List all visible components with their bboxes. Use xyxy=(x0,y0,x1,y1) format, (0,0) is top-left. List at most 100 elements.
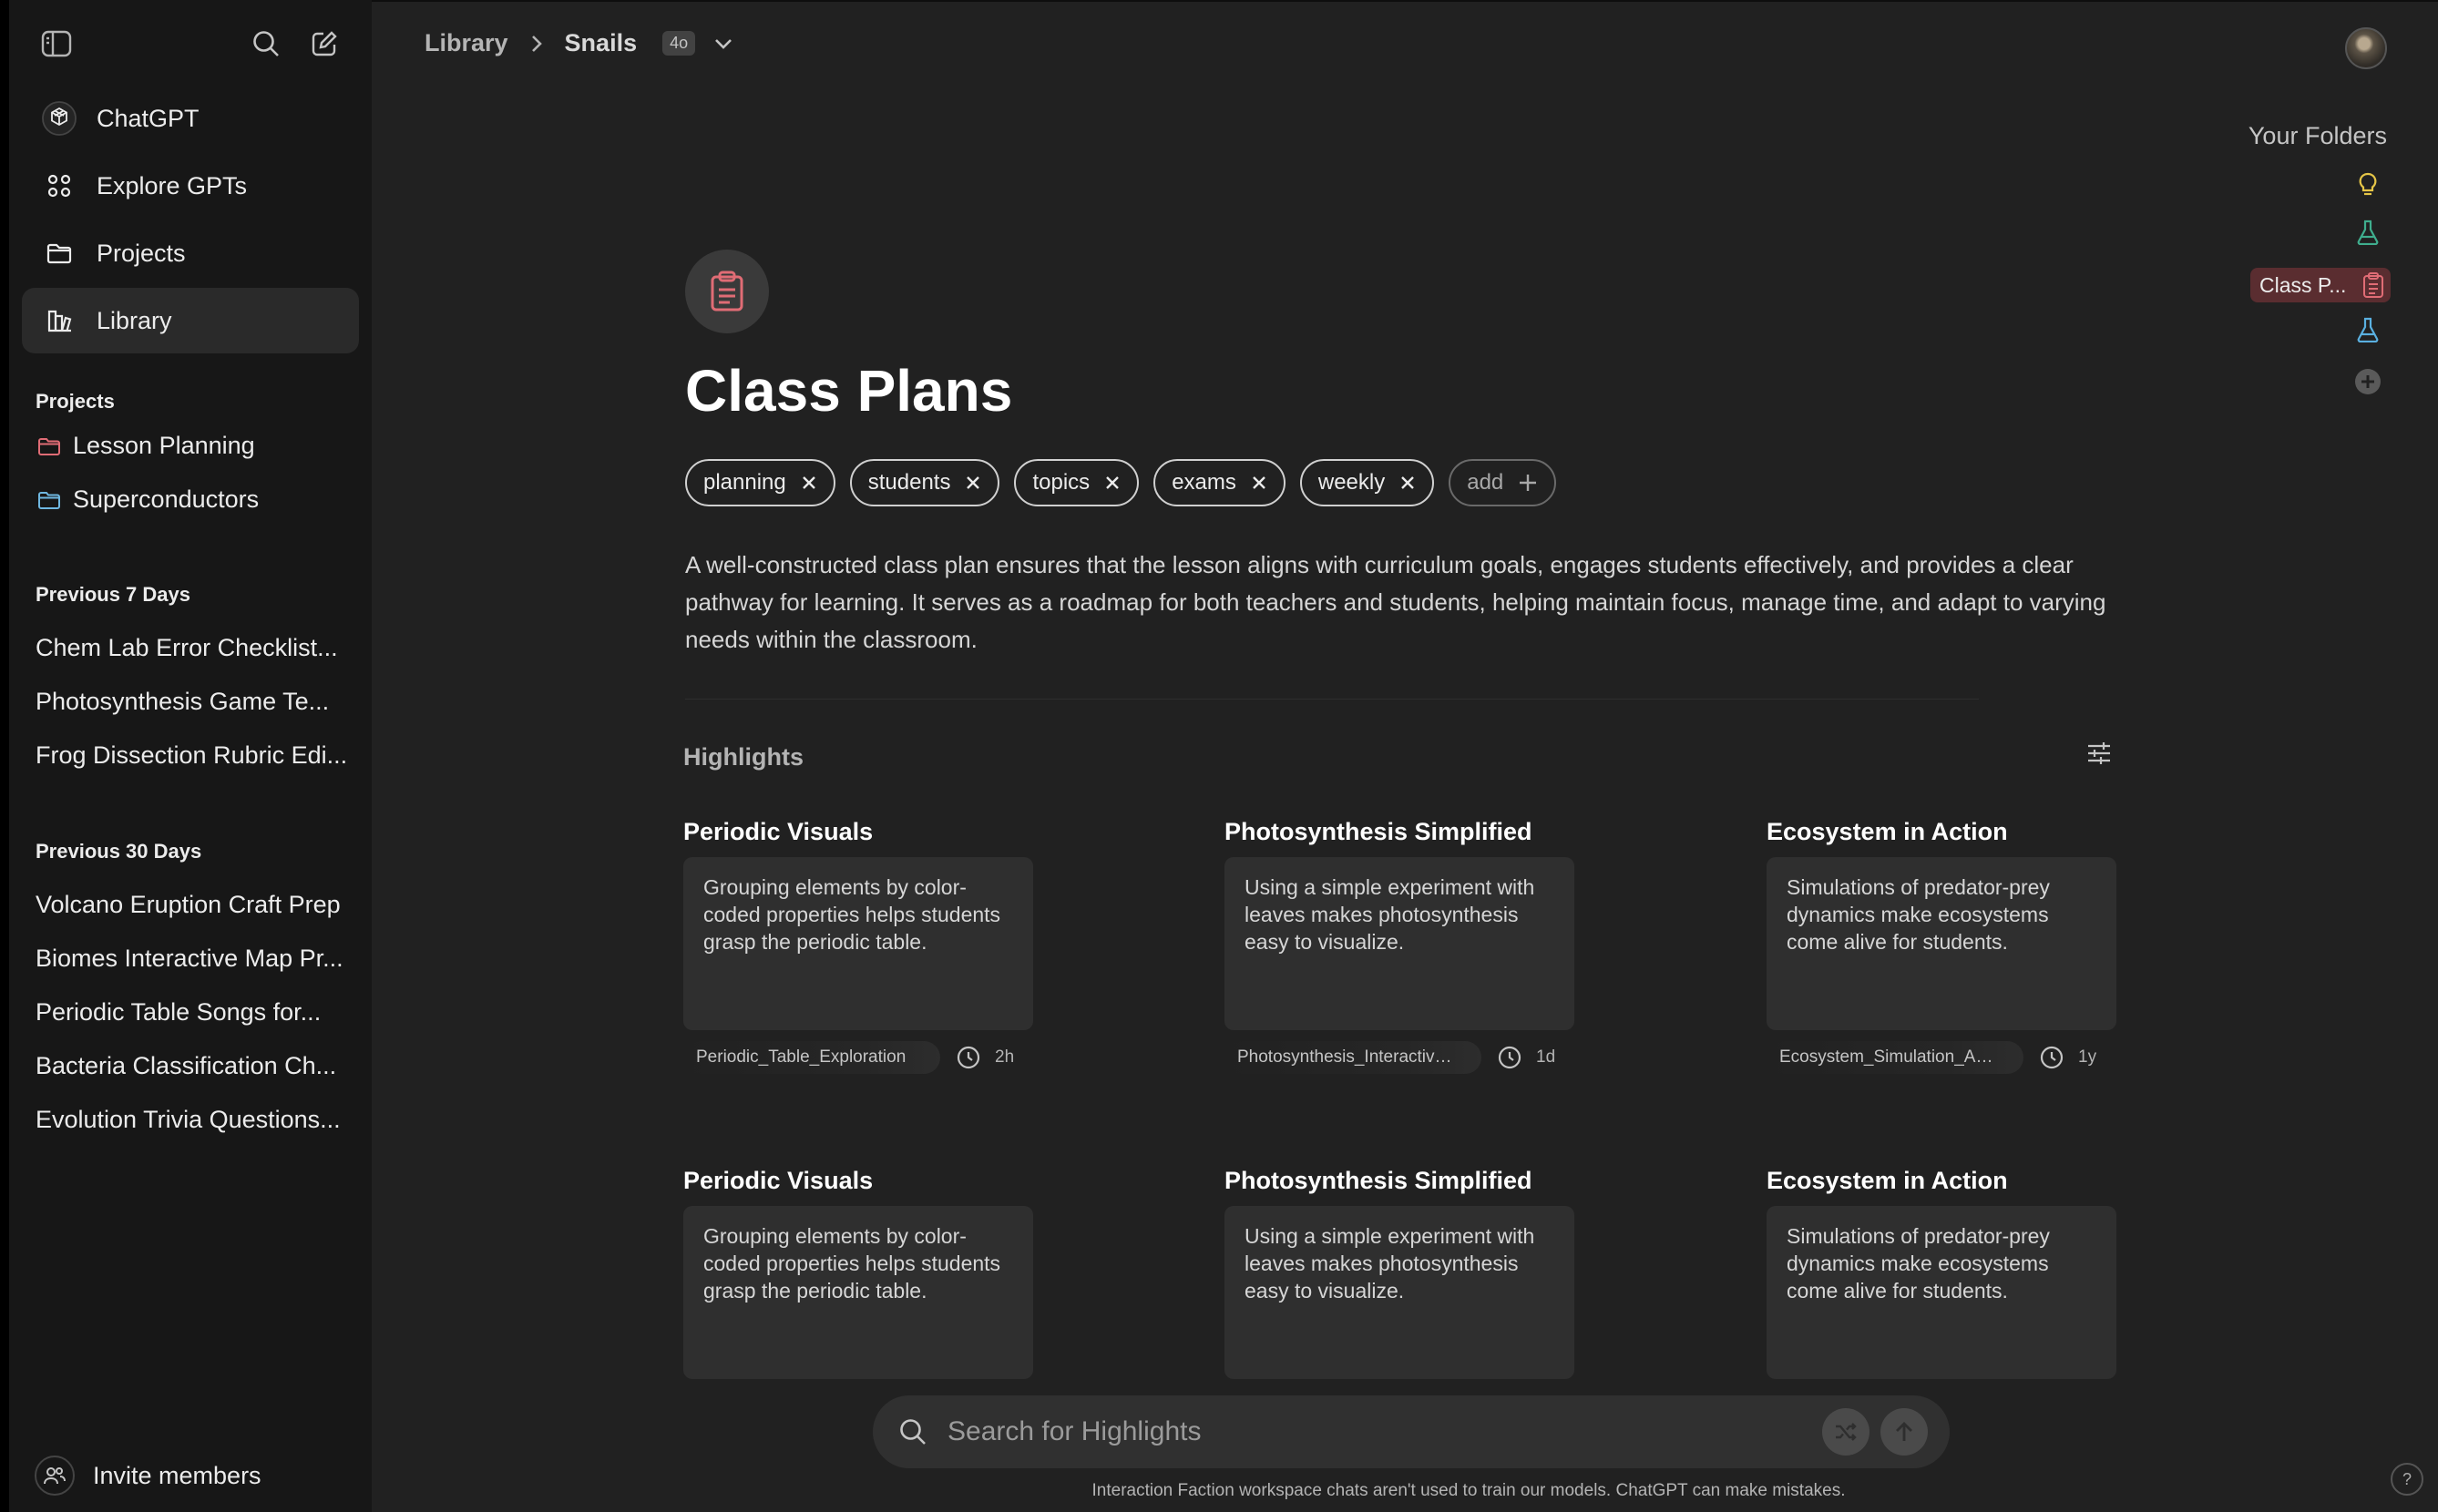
lightbulb-icon[interactable] xyxy=(2352,169,2383,200)
search-icon[interactable] xyxy=(248,26,284,62)
time-label: 1d xyxy=(1536,1047,1556,1067)
previous-30-days-title: Previous 30 Days xyxy=(36,840,202,863)
sidebar: ChatGPT Explore GPTs Projects Library Pr… xyxy=(9,0,372,1512)
divider xyxy=(685,699,1979,700)
history-item[interactable]: Photosynthesis Game Te... xyxy=(36,688,359,716)
tag-chip[interactable]: weekly xyxy=(1299,459,1435,506)
history-item[interactable]: Frog Dissection Rubric Edi... xyxy=(36,741,359,770)
invite-label: Invite members xyxy=(93,1461,261,1489)
nav-explore-gpts[interactable]: Explore GPTs xyxy=(22,153,359,219)
card-meta: Periodic_Table_Exploration 2h xyxy=(683,1041,1048,1074)
highlights-search-bar[interactable]: Search for Highlights xyxy=(873,1395,1950,1468)
card-meta: Photosynthesis_Interactive_Lesson 1d xyxy=(1224,1041,1589,1074)
nav-chatgpt[interactable]: ChatGPT xyxy=(22,86,359,151)
history-item[interactable]: Evolution Trivia Questions... xyxy=(36,1106,359,1134)
help-button[interactable]: ? xyxy=(2391,1463,2423,1496)
model-badge: 4o xyxy=(662,31,696,56)
tag-label: planning xyxy=(703,470,786,495)
page-title: Class Plans xyxy=(685,358,1013,424)
history-item[interactable]: Bacteria Classification Ch... xyxy=(36,1052,359,1080)
close-icon[interactable] xyxy=(801,475,817,491)
project-icon xyxy=(685,250,769,333)
projects-section-title: Projects xyxy=(36,390,115,413)
history-item[interactable]: Chem Lab Error Checklist... xyxy=(36,634,359,662)
tag-chip[interactable]: exams xyxy=(1153,459,1286,506)
time-label: 2h xyxy=(995,1047,1015,1067)
card-title: Photosynthesis Simplified xyxy=(1224,1167,1532,1194)
file-name: Photosynthesis_Interactive_Lesson xyxy=(1237,1047,1456,1067)
sidebar-project-superconductors[interactable]: Superconductors xyxy=(38,485,259,514)
add-folder-icon[interactable] xyxy=(2352,366,2383,397)
tag-label: students xyxy=(867,470,951,495)
card-body: Simulations of predator-prey dynamics ma… xyxy=(1767,857,2116,1030)
sidebar-project-lesson-planning[interactable]: Lesson Planning xyxy=(38,432,255,460)
flask-icon[interactable] xyxy=(2352,314,2383,345)
breadcrumb-current[interactable]: Snails xyxy=(565,29,638,57)
new-chat-icon[interactable] xyxy=(306,26,343,62)
folder-class-plans[interactable]: Class P... xyxy=(2250,268,2391,302)
shuffle-button[interactable] xyxy=(1822,1408,1869,1456)
card-time: 2h xyxy=(957,1046,1014,1069)
shuffle-icon xyxy=(1836,1423,1857,1441)
library-icon xyxy=(42,303,77,338)
invite-members-button[interactable]: Invite members xyxy=(35,1456,261,1496)
tag-chip[interactable]: topics xyxy=(1014,459,1140,506)
close-icon[interactable] xyxy=(1104,475,1121,491)
highlights-title: Highlights xyxy=(683,743,804,771)
file-chip[interactable]: Ecosystem_Simulation_Activity xyxy=(1767,1041,2023,1074)
disclaimer-text: Interaction Faction workspace chats aren… xyxy=(1091,1481,1846,1500)
card-body: Grouping elements by color-coded propert… xyxy=(683,857,1033,1030)
history-item[interactable]: Biomes Interactive Map Pr... xyxy=(36,945,359,973)
main-panel: Library Snails 4o Your Folders Class P..… xyxy=(372,0,2438,1512)
breadcrumb-library[interactable]: Library xyxy=(425,29,508,57)
chevron-down-icon[interactable] xyxy=(713,37,733,50)
breadcrumb: Library Snails 4o xyxy=(425,29,733,57)
filter-sliders-icon[interactable] xyxy=(2086,741,2112,770)
close-icon[interactable] xyxy=(1399,475,1416,491)
clipboard-icon xyxy=(711,271,743,312)
file-chip[interactable]: Periodic_Table_Exploration xyxy=(683,1041,940,1074)
tag-chip[interactable]: planning xyxy=(685,459,835,506)
send-button[interactable] xyxy=(1880,1408,1928,1456)
time-label: 1y xyxy=(2078,1047,2097,1067)
add-tag-button[interactable]: add xyxy=(1449,459,1557,506)
card-title: Ecosystem in Action xyxy=(1767,818,2008,845)
card-meta: Ecosystem_Simulation_Activity 1y xyxy=(1767,1041,2131,1074)
close-icon[interactable] xyxy=(965,475,981,491)
highlight-card[interactable]: Periodic Visuals Grouping elements by co… xyxy=(683,818,1048,1074)
toggle-sidebar-icon[interactable] xyxy=(38,26,75,62)
highlight-card[interactable]: Ecosystem in Action Simulations of preda… xyxy=(1767,818,2131,1074)
file-name: Periodic_Table_Exploration xyxy=(696,1047,907,1067)
folder-label: Class P... xyxy=(2259,272,2347,297)
user-avatar[interactable] xyxy=(2345,27,2387,69)
card-title: Photosynthesis Simplified xyxy=(1224,818,1532,845)
history-item[interactable]: Volcano Eruption Craft Prep xyxy=(36,891,359,919)
project-description: A well-constructed class plan ensures th… xyxy=(685,551,2106,653)
card-body: Simulations of predator-prey dynamics ma… xyxy=(1767,1206,2116,1379)
history-item[interactable]: Periodic Table Songs for... xyxy=(36,998,359,1027)
nav-projects[interactable]: Projects xyxy=(22,220,359,286)
file-chip[interactable]: Photosynthesis_Interactive_Lesson xyxy=(1224,1041,1481,1074)
flask-icon[interactable] xyxy=(2352,217,2383,248)
highlight-card[interactable]: Periodic Visuals Grouping elements by co… xyxy=(683,1167,1048,1379)
clipboard-icon xyxy=(2363,272,2383,298)
file-name: Ecosystem_Simulation_Activity xyxy=(1779,1047,1998,1067)
card-body: Using a simple experiment with leaves ma… xyxy=(1224,1206,1574,1379)
plus-icon xyxy=(1518,473,1538,493)
highlight-card[interactable]: Photosynthesis Simplified Using a simple… xyxy=(1224,818,1589,1074)
tag-chip[interactable]: students xyxy=(849,459,1000,506)
nav-label: ChatGPT xyxy=(97,104,200,132)
sidebar-toolbar xyxy=(9,26,372,62)
tag-list: planning students topics exams weekly ad… xyxy=(685,459,1571,506)
openai-logo-icon xyxy=(42,101,77,136)
close-icon[interactable] xyxy=(1251,475,1267,491)
project-label: Lesson Planning xyxy=(73,432,255,459)
highlight-card[interactable]: Ecosystem in Action Simulations of preda… xyxy=(1767,1167,2131,1379)
people-icon xyxy=(35,1456,75,1496)
tag-label: weekly xyxy=(1317,470,1386,495)
search-input[interactable]: Search for Highlights xyxy=(948,1416,1201,1447)
search-icon xyxy=(900,1419,926,1445)
nav-label: Explore GPTs xyxy=(97,171,248,199)
nav-library[interactable]: Library xyxy=(22,288,359,353)
highlight-card[interactable]: Photosynthesis Simplified Using a simple… xyxy=(1224,1167,1589,1379)
